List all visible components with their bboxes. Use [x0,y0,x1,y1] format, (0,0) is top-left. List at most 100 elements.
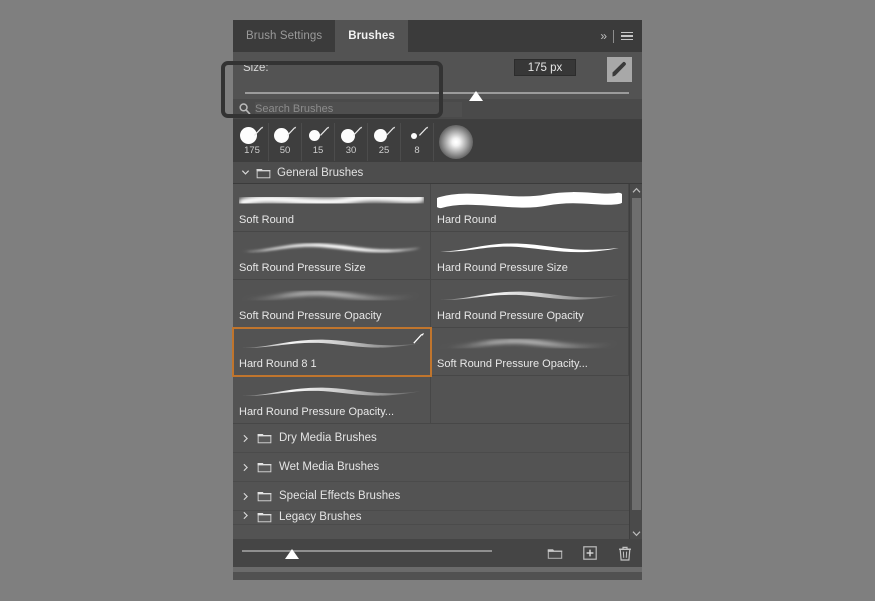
brush-stroke-icon [418,126,429,136]
brush-preset-size-label: 175 [244,145,260,156]
search-input[interactable] [255,101,462,117]
brush-item-name: Hard Round 8 1 [239,358,317,370]
brush-list-scrollbar[interactable] [629,184,642,539]
brush-stroke-preview [440,339,619,348]
brush-stroke-icon [319,126,330,136]
tab-brushes[interactable]: Brushes [335,20,408,52]
brush-preset-50[interactable]: 50 [269,123,302,161]
bottom-slider-track [242,550,492,552]
brush-folder-row[interactable]: Wet Media Brushes [233,453,629,482]
size-value-field[interactable]: 175 px [514,59,576,76]
screenshot-root: Brush Settings Brushes » Size: 175 px Se… [0,0,875,601]
brush-folder-name: Wet Media Brushes [279,461,380,473]
brush-item-name: Hard Round Pressure Opacity... [239,406,395,418]
brush-item-name: Soft Round Pressure Size [239,262,366,274]
chevron-down-icon[interactable] [241,168,250,177]
brush-stroke-icon [253,126,264,136]
brush-stroke-icon [286,126,297,136]
brush-item-name: Hard Round Pressure Size [437,262,568,274]
size-label: Size: [243,61,269,74]
tab-bar-controls: » [600,20,642,52]
brush-item-name: Hard Round Pressure Opacity [437,310,584,322]
brush-item[interactable]: Soft Round [233,184,431,232]
brush-preset-15[interactable]: 15 [302,123,335,161]
brush-item[interactable]: Hard Round Pressure Opacity [431,280,629,328]
size-control-row: Size: 175 px [243,59,632,76]
brush-stroke-preview [440,291,619,300]
brush-folder-row[interactable]: Dry Media Brushes [233,424,629,453]
brush-stroke-icon [352,126,363,136]
brush-item-name: Soft Round Pressure Opacity [239,310,382,322]
trash-icon[interactable] [617,545,633,561]
size-control: Size: 175 px [233,52,642,101]
tab-brush-settings[interactable]: Brush Settings [233,20,335,52]
new-folder-icon[interactable] [547,545,563,561]
brush-stroke-preview [242,387,421,396]
brush-preset-thumb [270,123,300,145]
brushes-panel: Brush Settings Brushes » Size: 175 px Se… [232,20,642,580]
brush-preset-thumb [303,123,333,145]
brush-size-bottom-slider[interactable] [242,547,492,561]
folder-icon [257,463,272,473]
brush-item[interactable]: Hard Round Pressure Size [431,232,629,280]
chevron-right-icon[interactable] [241,492,250,501]
bottom-bar-icons [547,545,633,561]
scroll-down-icon[interactable] [632,527,641,539]
chevron-right-icon[interactable] [241,511,250,520]
brush-item-name: Soft Round [239,214,295,226]
brush-preset-175[interactable]: 175 [236,123,269,161]
size-slider[interactable] [243,89,632,103]
brush-stroke-preview [440,243,619,253]
soft-round-brush-preview[interactable] [437,123,475,160]
brush-item-selected[interactable]: Hard Round 8 1 [232,327,432,377]
chevron-right-icon[interactable] [241,463,250,472]
brush-folder-name: Legacy Brushes [279,511,362,523]
size-slider-track [245,92,629,94]
panel-bottom-bar [233,539,642,567]
brush-tip-preview [439,124,473,159]
chevron-right-icon[interactable] [241,434,250,443]
brush-tool-icon [413,333,424,344]
brush-group-header-general[interactable]: General Brushes [233,162,642,184]
brush-preset-size-label: 15 [312,145,324,156]
brush-item-name: Hard Round [437,214,497,226]
hamburger-menu-icon[interactable] [621,31,633,41]
brush-preset-size-label: 25 [378,145,390,156]
folder-icon [257,492,272,502]
brush-item[interactable]: Soft Round Pressure Opacity [233,280,431,328]
scrollbar-track[interactable] [631,196,642,527]
brush-preset-25[interactable]: 25 [368,123,401,161]
brush-stroke-preview [242,339,421,348]
scrollbar-thumb[interactable] [631,198,641,510]
brush-folder-list: Dry Media Brushes Wet Media Brushes Specia… [233,424,629,525]
panel-footer [233,572,642,580]
brush-preset-thumb [402,123,432,145]
brush-group-title: General Brushes [277,166,364,179]
brush-grid: Soft Round Hard Round Soft Round Pressure … [232,184,629,424]
bottom-slider-thumb[interactable] [285,549,299,559]
brush-grid-filler [431,376,629,424]
paintbrush-icon[interactable] [607,57,632,82]
brush-item[interactable]: Hard Round [431,184,629,232]
brush-folder-row[interactable]: Legacy Brushes [233,511,629,525]
brush-preset-thumb [237,123,267,145]
brush-preset-thumb [369,123,399,145]
panel-tab-bar: Brush Settings Brushes » [233,20,642,52]
brush-preset-8[interactable]: 8 [401,123,434,161]
size-slider-thumb[interactable] [469,91,484,101]
brush-preset-30[interactable]: 30 [335,123,368,161]
tab-brushes-label: Brushes [348,30,395,42]
divider [613,29,614,43]
brush-item[interactable]: Soft Round Pressure Opacity... [431,328,629,376]
new-brush-icon[interactable] [582,545,598,561]
search-icon [239,103,251,115]
brush-preset-size-label: 30 [345,145,357,156]
brush-preset-size-label: 8 [414,145,420,156]
double-chevron-right-icon[interactable]: » [600,29,607,43]
brush-item[interactable]: Soft Round Pressure Size [233,232,431,280]
brush-folder-row[interactable]: Special Effects Brushes [233,482,629,511]
brush-item[interactable]: Hard Round Pressure Opacity... [233,376,431,424]
scroll-up-icon[interactable] [632,184,641,196]
brush-preset-thumb [336,123,366,145]
brush-preset-size-label: 50 [279,145,291,156]
